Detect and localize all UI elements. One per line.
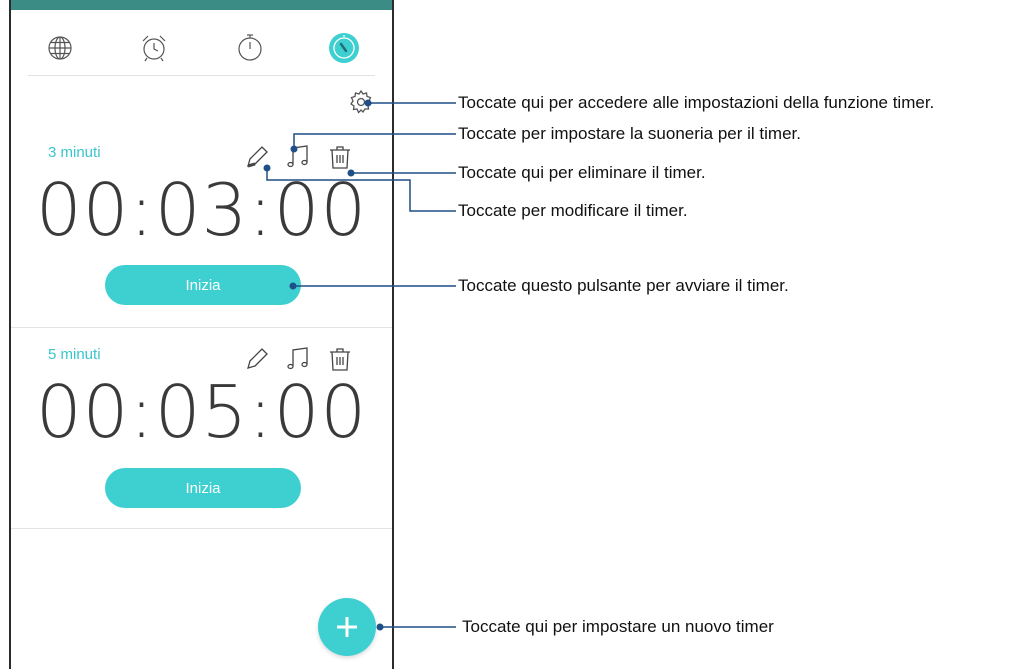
callout-delete: Toccate qui per eliminare il timer.	[458, 163, 706, 182]
callout-edit: Toccate per modificare il timer.	[458, 201, 688, 220]
new-timer-leader-dot	[376, 623, 384, 631]
edit-leader-line	[266, 168, 456, 212]
delete-leader-dot	[347, 169, 355, 177]
callout-start: Toccate questo pulsante per avviare il t…	[458, 276, 789, 295]
ringtone-leader-line	[293, 133, 456, 149]
start-leader-dot	[289, 282, 297, 290]
callout-settings: Toccate qui per accedere alle impostazio…	[458, 93, 935, 112]
callout-ringtone: Toccate per impostare la suoneria per il…	[458, 124, 801, 143]
ringtone-leader-dot	[290, 145, 298, 153]
settings-leader-dot	[364, 99, 372, 107]
callout-new-timer: Toccate qui per impostare un nuovo timer	[462, 617, 774, 636]
edit-leader-dot	[263, 164, 271, 172]
